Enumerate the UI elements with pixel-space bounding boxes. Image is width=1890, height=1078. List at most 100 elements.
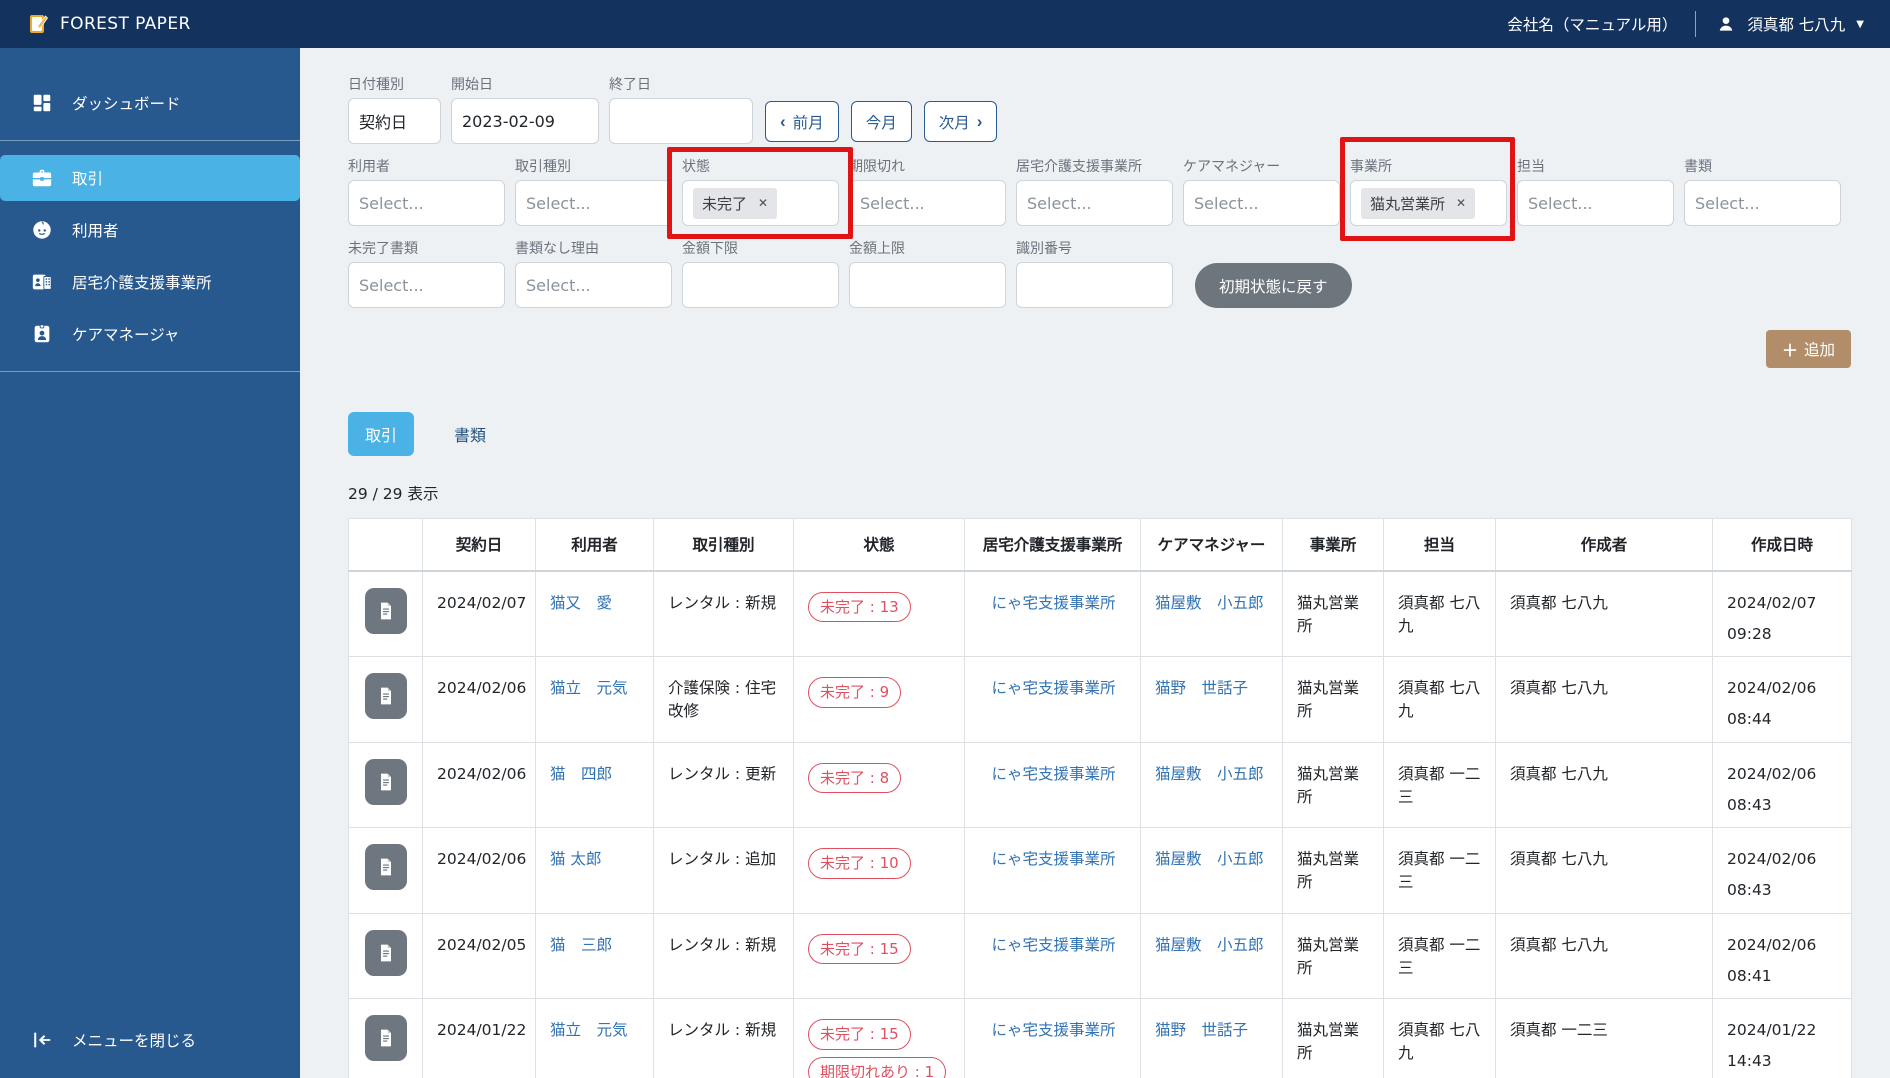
status-badge: 未完了 : 10 [808, 848, 911, 879]
column-header: 取引種別 [653, 518, 794, 572]
created-date: 2024/01/22 [1727, 1021, 1817, 1039]
add-button[interactable]: ＋ 追加 [1765, 330, 1851, 368]
table-body: 2024/02/07 猫又 愛レンタル : 新規 未完了 : 13 にゃ宅支援事業所猫… [348, 570, 1852, 1078]
main-content: 日付種別 契約日 開始日 2023-02-09 終了日 ‹ 前月 今月 次月 › 利用者… [300, 48, 1890, 1078]
column-header [348, 518, 423, 572]
creator-cell: 須真都 一二三 [1495, 998, 1713, 1078]
office-card-icon [30, 270, 54, 294]
tab-documents[interactable]: 書類 [440, 412, 500, 456]
remove-tag-icon[interactable]: ✕ [758, 196, 768, 210]
created-date: 2024/02/07 [1727, 593, 1817, 612]
filter-home-care-office: 居宅介護支援事業所 Select... [1016, 156, 1173, 226]
sidebar-item-users[interactable]: 利用者 [0, 207, 300, 253]
care-manager-select[interactable]: Select... [1183, 180, 1340, 226]
user-link[interactable]: 猫 四郎 [550, 765, 612, 783]
user-menu[interactable]: 須真都 七八九 ▼ [1714, 12, 1864, 36]
home-care-office-select[interactable]: Select... [1016, 180, 1173, 226]
creator-cell: 須真都 七八九 [1495, 570, 1713, 657]
status-select[interactable]: 未完了 ✕ [682, 180, 839, 226]
next-month-button[interactable]: 次月 › [923, 101, 998, 142]
care-manager-cell: 猫野 世話子 [1140, 998, 1283, 1078]
home-care-office-link[interactable]: にゃ宅支援事業所 [991, 594, 1115, 612]
filter-end-date: 終了日 [609, 74, 753, 144]
briefcase-icon [30, 166, 54, 190]
app-title: FOREST PAPER [60, 14, 191, 34]
end-date-input[interactable] [609, 98, 753, 144]
care-manager-link[interactable]: 猫屋敷 小五郎 [1155, 594, 1264, 612]
filter-label: 取引種別 [515, 159, 571, 175]
documents-select[interactable]: Select... [1684, 180, 1841, 226]
home-care-office-link[interactable]: にゃ宅支援事業所 [991, 1021, 1115, 1039]
chevron-right-icon: › [976, 112, 983, 131]
home-care-office-link[interactable]: にゃ宅支援事業所 [991, 765, 1115, 783]
identifier-input[interactable] [1016, 262, 1173, 308]
care-manager-link[interactable]: 猫屋敷 小五郎 [1155, 765, 1264, 783]
document-icon[interactable] [364, 758, 407, 805]
user-link[interactable]: 猫 太郎 [550, 850, 601, 868]
branch-select[interactable]: 猫丸営業所 ✕ [1350, 180, 1507, 226]
document-icon[interactable] [364, 673, 407, 719]
column-header: 事業所 [1282, 518, 1384, 572]
contract-date-cell: 2024/02/06 [422, 741, 536, 828]
reset-filters-button[interactable]: 初期状態に戻す [1195, 263, 1352, 308]
filter-row-extra: 未完了書類 Select... 書類なし理由 Select... 金額下限 金額上限 識別番… [348, 238, 1851, 308]
sidebar-item-label: 取引 [72, 170, 104, 188]
staff-select[interactable]: Select... [1517, 180, 1674, 226]
created-at-cell: 2024/02/07 09:28 [1712, 570, 1852, 657]
user-link[interactable]: 猫 三郎 [550, 936, 612, 954]
date-type-select[interactable]: 契約日 [348, 98, 441, 144]
prev-month-button[interactable]: ‹ 前月 [765, 101, 839, 142]
user-link[interactable]: 猫又 愛 [550, 594, 612, 612]
table-row: 2024/02/06 猫 太郎 レンタル : 追加 未完了 : 10 にゃ宅支援事業所 猫… [348, 827, 1852, 914]
table-row: 2024/02/06 猫立 元気 介護保険 : 住宅改修 未完了 : 9 にゃ宅支援事業… [348, 656, 1852, 743]
filter-label: 事業所 [1350, 159, 1392, 175]
transaction-type-cell: レンタル : 更新 [653, 741, 794, 828]
remove-tag-icon[interactable]: ✕ [1456, 196, 1466, 210]
tab-transactions[interactable]: 取引 [348, 412, 415, 456]
view-tabs: 取引 書類 [348, 412, 1851, 456]
filter-date-type: 日付種別 契約日 [348, 74, 441, 144]
amount-min-input[interactable] [682, 262, 839, 308]
document-icon[interactable] [364, 929, 407, 976]
care-manager-link[interactable]: 猫屋敷 小五郎 [1155, 850, 1264, 868]
filter-care-manager: ケアマネジャー Select... [1183, 156, 1340, 226]
amount-max-input[interactable] [849, 262, 1006, 308]
document-icon[interactable] [364, 844, 407, 890]
care-manager-link[interactable]: 猫屋敷 小五郎 [1155, 936, 1264, 954]
branch-cell: 猫丸営業所 [1282, 741, 1384, 828]
care-manager-link[interactable]: 猫野 世話子 [1155, 1021, 1248, 1039]
home-care-office-cell: にゃ宅支援事業所 [964, 998, 1141, 1078]
document-icon[interactable] [364, 1015, 407, 1061]
sidebar-divider [0, 140, 300, 141]
sidebar-item-home-care-offices[interactable]: 居宅介護支援事業所 [0, 259, 300, 305]
brand: FOREST PAPER [26, 12, 191, 36]
transaction-type-select[interactable]: Select... [515, 180, 672, 226]
care-manager-link[interactable]: 猫野 世話子 [1155, 679, 1248, 697]
filter-label: 書類なし理由 [515, 241, 599, 257]
sidebar-item-dashboard[interactable]: ダッシュボード [0, 80, 300, 126]
filter-branch: 事業所猫丸営業所 ✕ [1340, 137, 1515, 241]
top-navbar: FOREST PAPER 会社名（マニュアル用） 須真都 七八九 ▼ [0, 0, 1890, 48]
status-badge-wrap: 未完了 : 8 [808, 762, 952, 793]
start-date-input[interactable]: 2023-02-09 [451, 98, 599, 144]
user-link[interactable]: 猫立 元気 [550, 1021, 628, 1039]
filter-label: 居宅介護支援事業所 [1016, 159, 1142, 175]
company-name: 会社名（マニュアル用） [1507, 16, 1678, 34]
document-icon[interactable] [364, 587, 407, 634]
home-care-office-link[interactable]: にゃ宅支援事業所 [991, 936, 1115, 954]
home-care-office-link[interactable]: にゃ宅支援事業所 [991, 850, 1115, 868]
home-care-office-link[interactable]: にゃ宅支援事業所 [991, 679, 1115, 697]
no-doc-reason-select[interactable]: Select... [515, 262, 672, 308]
sidebar-item-care-managers[interactable]: ケアマネージャ [0, 311, 300, 357]
filter-identifier: 識別番号 [1016, 238, 1173, 308]
filter-label: 終了日 [609, 77, 651, 93]
sidebar-item-transactions[interactable]: 取引 [0, 155, 300, 201]
this-month-button[interactable]: 今月 [850, 101, 912, 142]
close-menu-button[interactable]: メニューを閉じる [30, 1028, 196, 1052]
user-link[interactable]: 猫立 元気 [550, 679, 628, 697]
chevron-left-icon: ‹ [780, 112, 786, 131]
expired-select[interactable]: Select... [849, 180, 1006, 226]
filter-label: 担当 [1517, 159, 1545, 175]
user-select[interactable]: Select... [348, 180, 505, 226]
incomplete-docs-select[interactable]: Select... [348, 262, 505, 308]
